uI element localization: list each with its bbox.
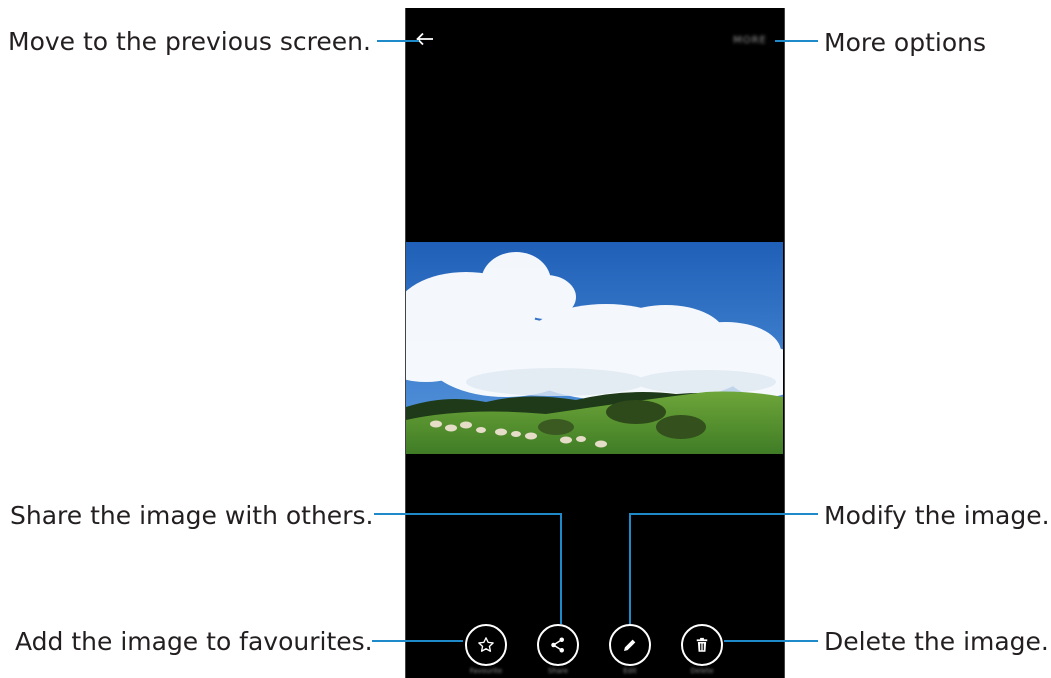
leader-line-favourite bbox=[372, 640, 463, 642]
leader-line-modify-h bbox=[629, 513, 818, 515]
favourite-label: Favourite bbox=[469, 667, 503, 675]
share-button[interactable] bbox=[537, 624, 579, 666]
leader-line-modify-v bbox=[629, 513, 631, 624]
leader-line-back bbox=[377, 40, 419, 42]
trash-icon bbox=[696, 637, 708, 652]
arrow-left-icon bbox=[416, 32, 433, 46]
callout-share: Share the image with others. bbox=[10, 501, 374, 530]
share-label: Share bbox=[547, 667, 569, 675]
edit-button[interactable] bbox=[609, 624, 651, 666]
pencil-icon bbox=[624, 639, 636, 651]
favourite-button[interactable] bbox=[465, 624, 507, 666]
callout-modify: Modify the image. bbox=[824, 501, 1050, 530]
callout-favourites: Add the image to favourites. bbox=[15, 627, 373, 656]
back-button[interactable] bbox=[410, 24, 440, 54]
star-icon bbox=[478, 637, 494, 652]
delete-button[interactable] bbox=[681, 624, 723, 666]
landscape-image bbox=[406, 242, 783, 454]
more-options-button[interactable]: MORE bbox=[725, 32, 775, 48]
share-icon bbox=[551, 637, 564, 653]
leader-line-delete bbox=[724, 640, 818, 642]
callout-more-options: More options bbox=[824, 28, 986, 57]
leader-line-more bbox=[775, 40, 818, 42]
gallery-image[interactable] bbox=[406, 242, 783, 454]
leader-line-share-v bbox=[560, 513, 562, 624]
leader-line-share-h bbox=[374, 513, 562, 515]
callout-delete: Delete the image. bbox=[824, 627, 1049, 656]
delete-label: Delete bbox=[690, 667, 714, 675]
callout-previous-screen: Move to the previous screen. bbox=[8, 27, 371, 56]
edit-label: Edit bbox=[623, 667, 637, 675]
